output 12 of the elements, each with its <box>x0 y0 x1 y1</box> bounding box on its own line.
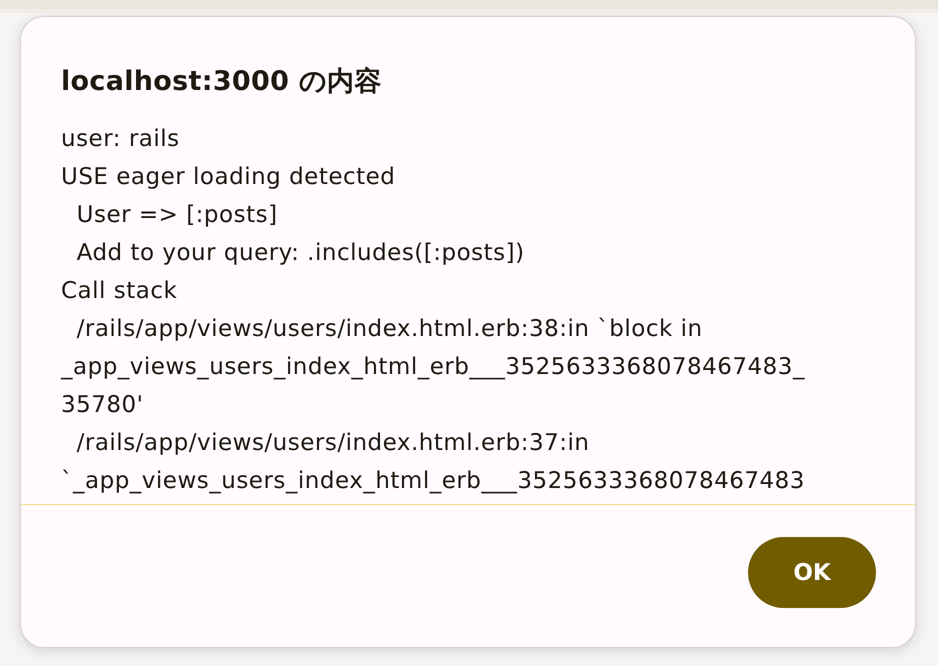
message-line: `_app_views_users_index_html_erb___3525633368078467483 <box>61 467 805 496</box>
dialog-title: localhost:3000 の内容 <box>61 66 382 98</box>
message-line: Call stack <box>61 277 178 306</box>
message-line: USE eager loading detected <box>61 163 396 192</box>
message-line: User => [:posts] <box>76 201 278 230</box>
message-line: Add to your query: .includes([:posts]) <box>76 239 525 268</box>
message-line: 35780' <box>61 391 144 420</box>
message-line: /rails/app/views/users/index.html.erb:38:in `block in <box>76 315 703 344</box>
message-line: _app_views_users_index_html_erb___3525633368078467483_ <box>61 353 805 382</box>
message-line: user: rails <box>61 125 180 154</box>
ok-button[interactable]: OK <box>748 537 876 608</box>
message-line: /rails/app/views/users/index.html.erb:37:in <box>76 429 590 458</box>
